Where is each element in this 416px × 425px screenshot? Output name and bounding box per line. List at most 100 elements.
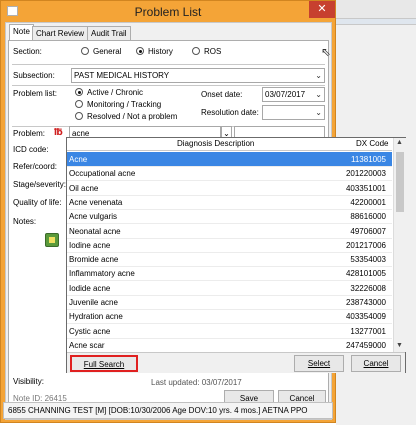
dx-code: 238743000	[345, 298, 386, 307]
title-bar[interactable]: Problem List ✕	[1, 1, 335, 22]
diagnosis-description: Acne	[69, 155, 88, 164]
diagnosis-dropdown[interactable]: Diagnosis Description DX Code Acne 113810…	[66, 137, 406, 373]
resolution-date-field[interactable]: ⌄	[262, 105, 325, 120]
diagnosis-row[interactable]: Cystic acne 13277001	[67, 324, 392, 339]
visibility-label: Visibility:	[13, 377, 44, 386]
diagnosis-description: Acne vulgaris	[69, 212, 118, 222]
diagnosis-header: Diagnosis Description DX Code	[67, 138, 392, 151]
resolution-date-label: Resolution date:	[201, 108, 259, 117]
icd-code-label: ICD code:	[13, 145, 49, 154]
active-chronic-radio[interactable]	[75, 88, 83, 96]
diagnosis-description: Cystic acne	[69, 326, 111, 336]
subsection-select[interactable]: PAST MEDICAL HISTORY ⌄	[71, 68, 325, 83]
last-updated-text: Last updated: 03/07/2017	[151, 378, 242, 387]
section-general-radio[interactable]	[81, 47, 89, 55]
onset-date-field[interactable]: 03/07/2017 ⌄	[262, 87, 325, 102]
diagnosis-description: Oil acne	[69, 183, 99, 193]
chevron-down-icon: ⌄	[315, 108, 322, 117]
diagnosis-description: Juvenile acne	[69, 298, 118, 307]
notes-book-icon[interactable]	[45, 233, 59, 247]
column-dx-code: DX Code	[356, 139, 389, 148]
scroll-thumb[interactable]	[396, 152, 404, 212]
diagnosis-description: Iodide acne	[69, 283, 111, 293]
patient-status-bar: 6855 CHANNING TEST [M] [DOB:10/30/2006 A…	[3, 402, 333, 419]
diagnosis-row[interactable]: Bromide acne 53354003	[67, 252, 392, 268]
onset-date-value: 03/07/2017	[265, 90, 306, 99]
section-history-label[interactable]: History	[148, 47, 173, 56]
diagnosis-row[interactable]: Juvenile acne 238743000	[67, 295, 392, 310]
dx-code: 403354009	[345, 312, 386, 322]
red-flag-icon[interactable]: ℔	[54, 127, 63, 138]
popup-footer: Full Search Select Cancel	[67, 352, 405, 373]
monitoring-tracking-label[interactable]: Monitoring / Tracking	[87, 100, 161, 109]
subsection-label: Subsection:	[13, 71, 55, 80]
diagnosis-description: Bromide acne	[69, 255, 119, 265]
diagnosis-row[interactable]: Acne vulgaris 88616000	[67, 209, 392, 225]
problem-label: Problem:	[13, 129, 46, 138]
dx-code: 11381005	[351, 155, 386, 164]
close-button[interactable]: ✕	[309, 1, 335, 18]
chevron-down-icon: ⌄	[315, 71, 322, 80]
notes-label: Notes:	[13, 217, 37, 226]
diagnosis-description: Neonatal acne	[69, 226, 121, 236]
dx-code: 88616000	[350, 212, 386, 222]
problem-list-label: Problem list:	[13, 89, 58, 98]
scroll-up-icon[interactable]: ▲	[396, 139, 403, 146]
background-tabstrip	[336, 19, 416, 25]
divider	[12, 85, 325, 86]
subsection-value: PAST MEDICAL HISTORY	[74, 71, 170, 80]
diagnosis-row[interactable]: Hydration acne 403354009	[67, 309, 392, 325]
divider	[12, 64, 325, 65]
dx-code: 13277001	[350, 326, 386, 336]
stage-severity-label: Stage/severity:	[13, 180, 66, 189]
diagnosis-description: Acne venenata	[69, 197, 123, 207]
scroll-down-icon[interactable]: ▼	[396, 342, 403, 349]
diagnosis-row[interactable]: Acne venenata 42200001	[67, 195, 392, 210]
popup-cancel-button[interactable]: Cancel	[351, 355, 401, 372]
tab-note[interactable]: Note	[9, 24, 34, 41]
active-chronic-label[interactable]: Active / Chronic	[87, 88, 143, 97]
dx-code: 53354003	[350, 255, 386, 265]
dx-code: 32226008	[350, 283, 386, 293]
dx-code: 42200001	[350, 197, 386, 207]
book-page-shape	[49, 237, 55, 243]
diagnosis-description: Inflammatory acne	[69, 269, 135, 279]
dx-code: 201217006	[345, 240, 386, 250]
section-label: Section:	[13, 47, 42, 56]
select-button[interactable]: Select	[294, 355, 344, 372]
column-diagnosis-description: Diagnosis Description	[177, 139, 255, 148]
diagnosis-row[interactable]: Neonatal acne 49706007	[67, 224, 392, 239]
tab-audit-trail[interactable]: Audit Trail	[87, 26, 131, 40]
diagnosis-row[interactable]: Acne 11381005	[67, 152, 392, 167]
section-ros-label[interactable]: ROS	[204, 47, 221, 56]
onset-date-label: Onset date:	[201, 90, 243, 99]
chevron-down-icon: ⌄	[315, 90, 322, 99]
section-ros-radio[interactable]	[192, 47, 200, 55]
diagnosis-description: Acne scar	[69, 340, 105, 350]
diagnosis-row[interactable]: Iodide acne 32226008	[67, 281, 392, 296]
resolved-radio[interactable]	[75, 112, 83, 120]
full-search-button[interactable]: Full Search	[70, 355, 138, 372]
dx-code: 49706007	[350, 226, 386, 236]
window-title: Problem List	[134, 5, 202, 19]
diagnosis-description: Occupational acne	[69, 169, 136, 179]
section-general-label[interactable]: General	[93, 47, 121, 56]
dx-code: 428101005	[345, 269, 386, 279]
scrollbar[interactable]: ▲ ▼	[393, 138, 406, 352]
monitoring-tracking-radio[interactable]	[75, 100, 83, 108]
tab-chart-review[interactable]: Chart Review	[32, 26, 89, 40]
resolved-label[interactable]: Resolved / Not a problem	[87, 112, 177, 121]
section-history-radio[interactable]	[136, 47, 144, 55]
quality-of-life-label: Quality of life:	[13, 198, 62, 207]
dx-code: 247459000	[345, 340, 386, 350]
diagnosis-row[interactable]: Acne scar 247459000	[67, 338, 392, 353]
refer-coord-label: Refer/coord:	[13, 162, 58, 171]
diagnosis-description: Hydration acne	[69, 312, 123, 322]
diagnosis-row[interactable]: Inflammatory acne 428101005	[67, 266, 392, 282]
background-toolbar	[336, 0, 416, 19]
dx-code: 201220003	[345, 169, 386, 179]
diagnosis-description: Iodine acne	[69, 240, 111, 250]
diagnosis-row[interactable]: Oil acne 403351001	[67, 181, 392, 196]
diagnosis-row[interactable]: Occupational acne 201220003	[67, 166, 392, 182]
diagnosis-row[interactable]: Iodine acne 201217006	[67, 238, 392, 253]
